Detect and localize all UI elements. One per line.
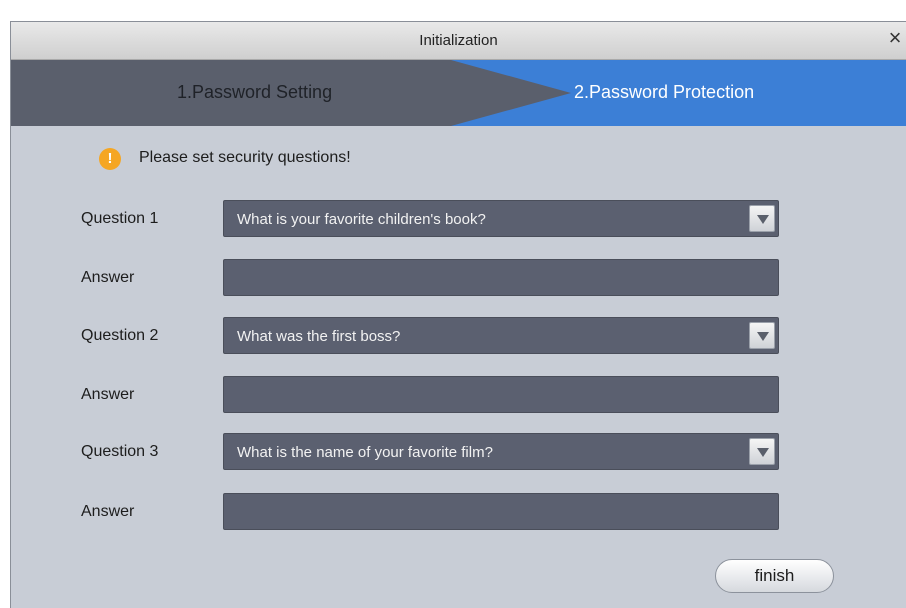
answer-1-input[interactable] [223,259,779,296]
question-1-value: What is your favorite children's book? [237,211,486,228]
chevron-down-icon [757,332,769,341]
answer-3-label: Answer [81,503,135,520]
question-2-dropdown-button[interactable] [749,322,775,349]
step-bar-graphic [11,60,906,126]
question-2-value: What was the first boss? [237,328,401,345]
window-title: Initialization [419,32,498,49]
question-3-value: What is the name of your favorite film? [237,444,493,461]
notice-text: Please set security questions! [139,149,351,166]
warning-icon: ! [99,148,121,170]
question-1-label: Question 1 [81,210,159,227]
question-1-dropdown-button[interactable] [749,205,775,232]
chevron-down-icon [757,215,769,224]
finish-button[interactable]: finish [715,559,834,593]
step-progress-bar: 1.Password Setting 2.Password Protection [11,60,906,126]
initialization-dialog: Initialization × 1.Password Setting 2.Pa… [10,21,906,608]
question-3-label: Question 3 [81,443,159,460]
chevron-down-icon [757,448,769,457]
question-1-select[interactable]: What is your favorite children's book? [223,200,779,237]
close-button[interactable]: × [884,26,906,50]
question-3-dropdown-button[interactable] [749,438,775,465]
question-3-select[interactable]: What is the name of your favorite film? [223,433,779,470]
answer-1-label: Answer [81,269,135,286]
step-2-label: 2.Password Protection [574,82,755,102]
answer-2-input[interactable] [223,376,779,413]
title-bar: Initialization × [11,22,906,60]
question-2-select[interactable]: What was the first boss? [223,317,779,354]
answer-2-label: Answer [81,386,135,403]
answer-3-input[interactable] [223,493,779,530]
step-1-label: 1.Password Setting [177,82,333,102]
question-2-label: Question 2 [81,327,159,344]
